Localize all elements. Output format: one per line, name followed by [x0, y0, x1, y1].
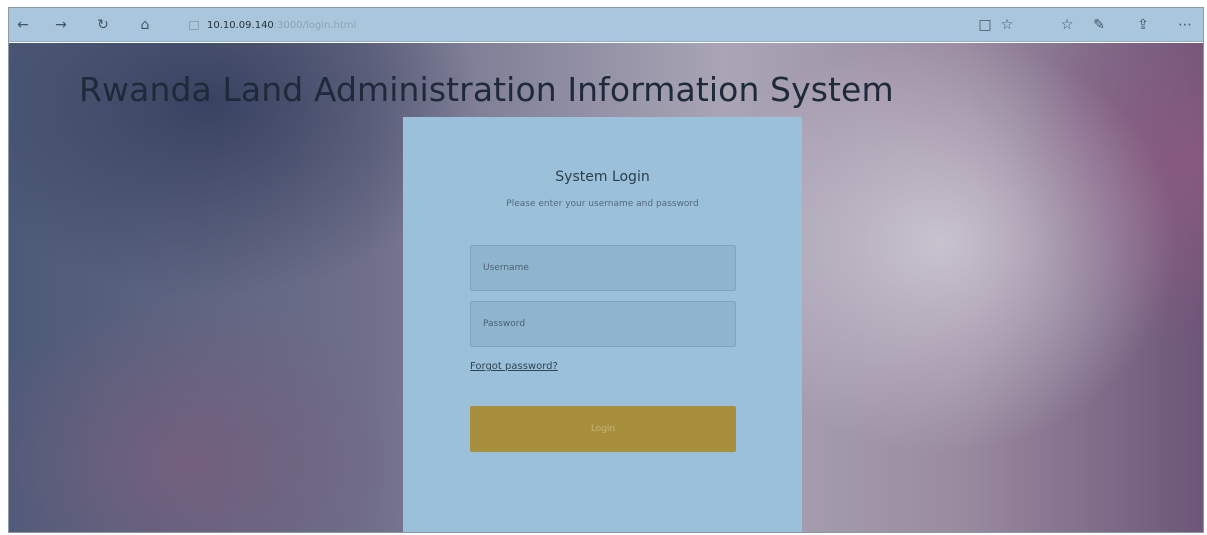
login-title: System Login	[555, 169, 650, 185]
favorites-hub-icon[interactable]: ☆	[1053, 8, 1081, 42]
url-path: :3000/login.html	[273, 19, 357, 31]
notes-pen-icon[interactable]: ✎	[1085, 8, 1113, 42]
address-bar[interactable]: 10.10.09.140 :3000/login.html	[181, 11, 969, 39]
browser-window: ← → ↻ ⌂ 10.10.09.140 :3000/login.html □ …	[8, 7, 1204, 533]
login-subtitle: Please enter your username and password	[506, 199, 699, 209]
refresh-icon[interactable]: ↻	[89, 8, 117, 42]
share-icon[interactable]: ⇪	[1129, 8, 1157, 42]
forward-icon[interactable]: →	[47, 8, 75, 42]
login-button[interactable]: Login	[470, 406, 736, 452]
more-icon[interactable]: ⋯	[1171, 8, 1199, 42]
system-title: Rwanda Land Administration Information S…	[79, 70, 894, 109]
browser-toolbar: ← → ↻ ⌂ 10.10.09.140 :3000/login.html □ …	[9, 8, 1203, 42]
favorite-star-icon[interactable]: ☆	[993, 8, 1021, 42]
password-input[interactable]	[470, 301, 736, 347]
forgot-password-link[interactable]: Forgot password?	[470, 361, 558, 372]
login-panel: System Login Please enter your username …	[403, 117, 802, 532]
page-icon	[189, 20, 199, 30]
username-input[interactable]	[470, 245, 736, 291]
home-icon[interactable]: ⌂	[131, 8, 159, 42]
url-host: 10.10.09.140	[207, 19, 274, 31]
back-icon[interactable]: ←	[9, 8, 37, 42]
page-background: Rwanda Land Administration Information S…	[9, 43, 1203, 532]
